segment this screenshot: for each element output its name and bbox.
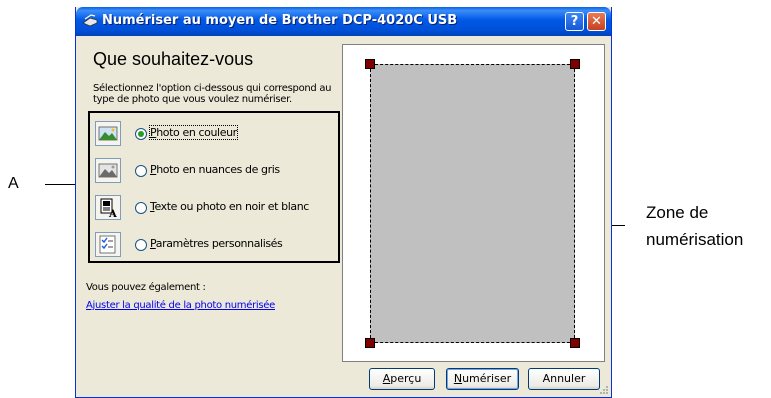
resize-handle-top-left[interactable] (365, 59, 375, 69)
scan-type-options: Photo en couleur Photo en nuances de gri… (88, 111, 340, 263)
close-button[interactable]: ✕ (587, 12, 606, 31)
callout-zone-label-1: Zone de (646, 203, 709, 222)
scan-dialog-window: Numériser au moyen de Brother DCP-4020C … (75, 7, 612, 398)
title-bar[interactable]: Numériser au moyen de Brother DCP-4020C … (76, 7, 611, 36)
scan-button[interactable]: Numériser (446, 368, 519, 390)
window-title: Numériser au moyen de Brother DCP-4020C … (102, 13, 458, 28)
callout-a-line (45, 184, 77, 185)
resize-handle-bottom-left[interactable] (365, 338, 375, 348)
resize-handle-bottom-right[interactable] (570, 338, 580, 348)
custom-settings-icon[interactable] (95, 232, 121, 257)
cancel-button[interactable]: Annuler (528, 368, 600, 390)
adjust-quality-link[interactable]: Ajuster la qualité de la photo numérisée (86, 300, 275, 311)
radio-color-photo[interactable] (135, 128, 147, 140)
radio-text-bw[interactable] (135, 202, 147, 214)
resize-handle-top-right[interactable] (570, 59, 580, 69)
option-label-grayscale-photo: Photo en nuances de gris (150, 163, 280, 176)
also-label: Vous pouvez également : (86, 282, 206, 293)
instructions-text: Sélectionnez l'option ci-dessous qui cor… (93, 83, 332, 105)
scan-zone[interactable] (370, 64, 575, 343)
grayscale-photo-icon[interactable] (95, 158, 121, 183)
option-grayscale-photo[interactable]: Photo en nuances de gris (90, 156, 338, 186)
option-label-color-photo: Photo en couleur (149, 125, 238, 140)
page-title: Que souhaitez-vous (93, 49, 254, 69)
preview-button[interactable]: Aperçu (369, 368, 435, 390)
scan-preview-area[interactable] (342, 44, 605, 362)
svg-text:A: A (108, 209, 117, 219)
radio-custom-settings[interactable] (135, 239, 147, 251)
scanner-icon (82, 14, 98, 27)
option-label-custom-settings: Paramètres personnalisés (150, 237, 283, 250)
resize-grip-icon[interactable] (599, 385, 609, 395)
help-button[interactable]: ? (565, 12, 584, 31)
callout-zone-label-2: numérisation (646, 230, 744, 249)
text-document-icon[interactable]: A (95, 195, 121, 220)
option-label-text-bw: Texte ou photo en noir et blanc (150, 200, 309, 213)
color-photo-icon[interactable] (95, 121, 121, 146)
option-custom-settings[interactable]: Paramètres personnalisés (90, 230, 338, 260)
radio-grayscale-photo[interactable] (135, 165, 147, 177)
option-color-photo[interactable]: Photo en couleur (90, 119, 338, 149)
option-text-bw[interactable]: A Texte ou photo en noir et blanc (90, 193, 338, 223)
callout-a-label: A (8, 175, 19, 192)
